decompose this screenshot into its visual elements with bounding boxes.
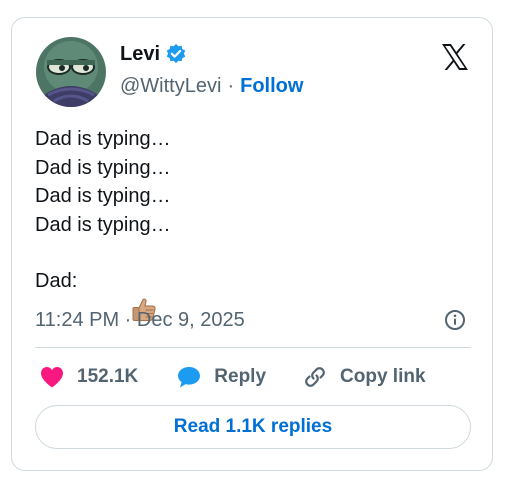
copy-link-label: Copy link (340, 366, 426, 387)
reply-bubble-icon (178, 367, 201, 388)
tweet-final-line: Dad: (35, 267, 171, 321)
tweet-timestamp[interactable]: 11:24 PM · Dec 9, 2025 (35, 308, 245, 332)
handle-separator: · (227, 75, 235, 97)
heart-icon (41, 367, 63, 388)
tweet-card: Levi @WittyLevi · Follow Dad is typing… … (11, 17, 493, 471)
display-name[interactable]: Levi (120, 42, 160, 66)
action-bar: 152.1K Reply Copy link (35, 362, 426, 392)
like-count: 152.1K (77, 366, 139, 387)
tweet-line: Dad is typing… (35, 128, 171, 150)
x-logo-icon[interactable] (440, 42, 470, 72)
follow-button[interactable]: Follow (240, 74, 303, 98)
info-icon[interactable] (444, 309, 466, 331)
read-replies-button[interactable]: Read 1.1K replies (35, 405, 471, 449)
avatar-image (36, 37, 106, 107)
tweet-final-text: Dad: (35, 270, 78, 292)
tweet-line: Dad is typing… (35, 185, 171, 207)
author-name-row: Levi (120, 42, 187, 66)
verified-badge-icon (165, 43, 187, 65)
divider (35, 347, 471, 348)
copy-link-button[interactable]: Copy link (302, 364, 426, 390)
reply-label: Reply (214, 366, 267, 387)
tweet-line: Dad is typing… (35, 156, 171, 179)
avatar[interactable] (36, 37, 106, 107)
tweet-line: Dad is typing… (35, 213, 171, 236)
thumbs-up-icon (85, 267, 156, 321)
like-button[interactable]: 152.1K (39, 365, 138, 389)
tweet-text: Dad is typing… Dad is typing… Dad is typ… (35, 125, 171, 321)
handle-row: @WittyLevi · Follow (120, 74, 303, 98)
reply-button[interactable]: Reply (176, 365, 266, 389)
link-icon (305, 367, 325, 387)
handle[interactable]: @WittyLevi (120, 74, 221, 98)
